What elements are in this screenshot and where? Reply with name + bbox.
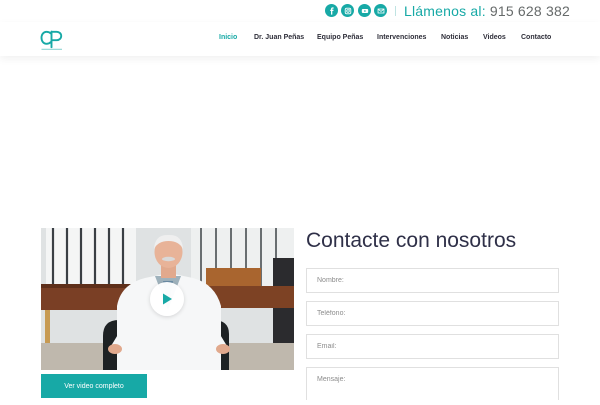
cp-logo[interactable] <box>40 28 64 52</box>
message-textarea[interactable] <box>307 368 558 400</box>
play-button[interactable] <box>150 282 184 316</box>
nav-contacto[interactable]: Contacto <box>521 34 551 41</box>
message-field[interactable] <box>306 367 559 400</box>
main-header: Inicio Dr. Juan Peñas Equipo Peñas Inter… <box>0 22 600 56</box>
facebook-icon[interactable] <box>325 4 338 17</box>
nav-equipo-penas[interactable]: Equipo Peñas <box>317 34 363 41</box>
email-input[interactable] <box>307 335 558 358</box>
top-bar: Llámenos al: 915 628 382 <box>0 0 600 22</box>
email-icon[interactable] <box>374 4 387 17</box>
nav-videos[interactable]: Videos <box>483 34 506 41</box>
name-field[interactable] <box>306 268 559 293</box>
watch-full-video-button[interactable]: Ver video completo <box>41 374 147 398</box>
email-field[interactable] <box>306 334 559 359</box>
phone-contact[interactable]: Llámenos al: 915 628 382 <box>404 2 570 20</box>
name-input[interactable] <box>307 269 558 292</box>
youtube-icon[interactable] <box>358 4 371 17</box>
nav-intervenciones[interactable]: Intervenciones <box>377 34 426 41</box>
phone-number: 915 628 382 <box>489 3 570 19</box>
nav-inicio[interactable]: Inicio <box>219 34 237 41</box>
contact-heading: Contacte con nosotros <box>306 229 517 252</box>
instagram-icon[interactable] <box>341 4 354 17</box>
topbar-divider <box>395 6 396 16</box>
phone-input[interactable] <box>307 302 558 325</box>
nav-noticias[interactable]: Noticias <box>441 34 468 41</box>
play-icon <box>162 293 172 305</box>
nav-dr-juan-penas[interactable]: Dr. Juan Peñas <box>254 34 304 41</box>
phone-label: Llámenos al: <box>404 3 486 19</box>
phone-field[interactable] <box>306 301 559 326</box>
